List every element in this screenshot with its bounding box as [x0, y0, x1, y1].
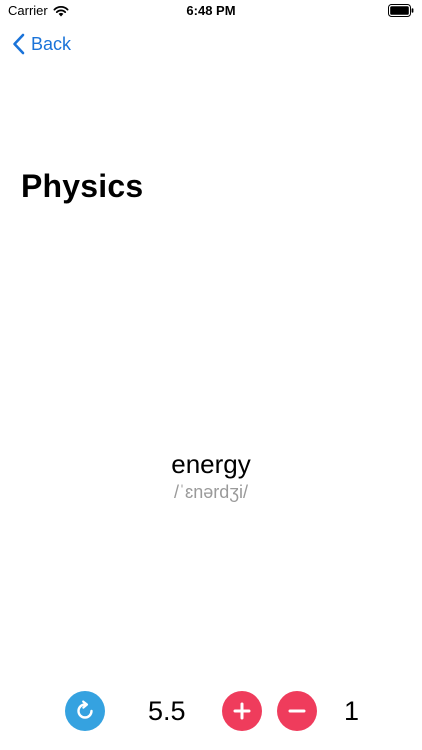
- battery-icon: [388, 4, 414, 17]
- card-word: energy: [171, 449, 251, 479]
- count-value: 1: [344, 696, 360, 726]
- status-bar: Carrier 6:48 PM: [0, 0, 422, 24]
- flashcard[interactable]: energy /ˈɛnərdʒi/: [0, 448, 422, 503]
- plus-icon: [233, 702, 251, 720]
- minus-button[interactable]: [277, 691, 317, 731]
- status-time: 6:48 PM: [186, 3, 236, 18]
- back-label: Back: [31, 33, 72, 54]
- minus-icon: [288, 709, 306, 713]
- card-phonetic: /ˈɛnərdʒi/: [173, 482, 249, 502]
- rating-value: 5.5: [148, 696, 186, 726]
- plus-button[interactable]: [222, 691, 262, 731]
- page-title: Physics: [21, 168, 144, 204]
- app-screen: Carrier 6:48 PM Back Physics energy /ˈɛn…: [0, 0, 422, 750]
- refresh-button[interactable]: [65, 691, 105, 731]
- bottom-controls: 5.5 1: [0, 690, 422, 732]
- chevron-left-icon: [13, 33, 25, 55]
- back-button[interactable]: Back: [12, 31, 71, 57]
- refresh-icon: [77, 700, 93, 719]
